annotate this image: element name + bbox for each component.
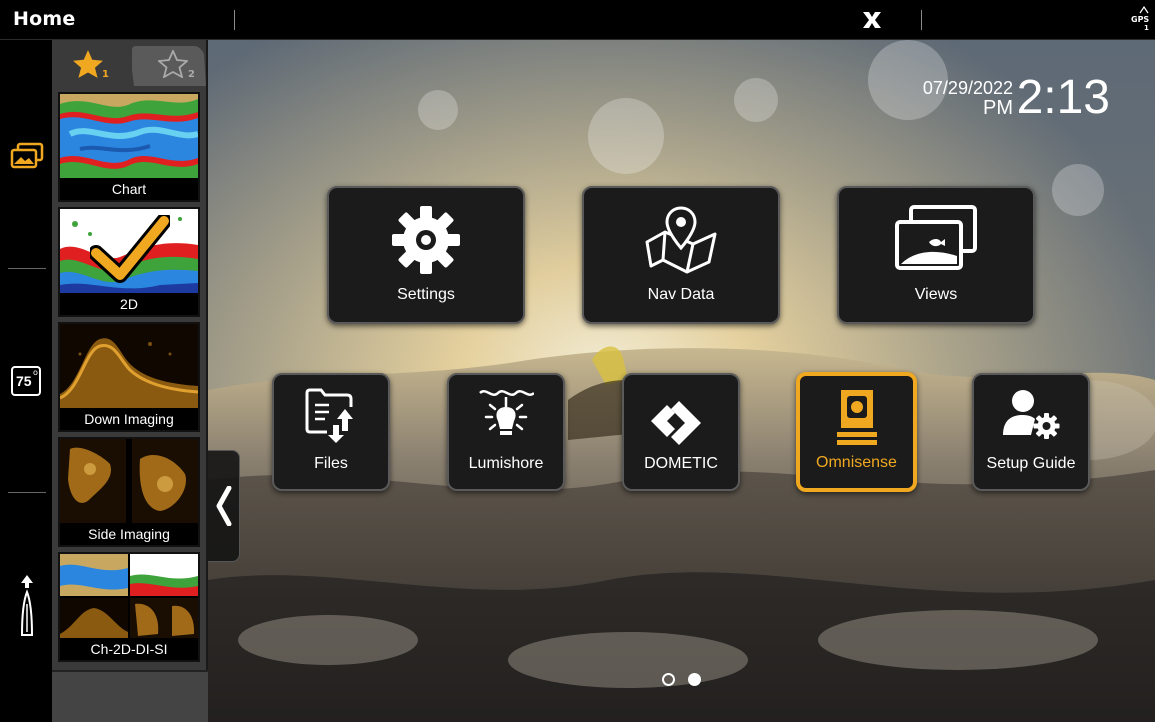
tab-index: 2: [188, 69, 195, 80]
favorites-footer: [52, 670, 208, 722]
home-main-area: 07/29/2022 PM 2:13 Settings Nav Data Vie…: [208, 40, 1155, 722]
favorite-tile-chart[interactable]: Chart: [58, 92, 200, 202]
rail-temperature-button[interactable]: 75 o: [11, 366, 41, 400]
side-imaging-thumbnail: [60, 439, 198, 525]
omnisense-button[interactable]: Omnisense: [796, 372, 917, 492]
degree-symbol: o: [33, 368, 38, 377]
settings-button[interactable]: Settings: [327, 186, 525, 324]
gps-status[interactable]: GPS 1: [1128, 6, 1152, 34]
rail-views-button[interactable]: [10, 142, 44, 174]
lumishore-button[interactable]: Lumishore: [447, 373, 565, 491]
nav-data-button[interactable]: Nav Data: [582, 186, 780, 324]
page-dot-1[interactable]: [662, 673, 675, 686]
chart-thumbnail: [60, 94, 198, 180]
favorites-tab-1[interactable]: 1: [54, 44, 134, 86]
title-divider: [234, 10, 235, 30]
temperature-value: 75: [16, 373, 32, 389]
tile-label: Down Imaging: [60, 408, 198, 430]
rail-heading-button[interactable]: [16, 574, 38, 642]
omnisense-camera-icon: [836, 390, 877, 445]
title-bar: Home GPS 1: [0, 0, 1155, 40]
gps-label: GPS: [1131, 15, 1150, 24]
time-text: 2:13: [1016, 71, 1110, 124]
gear-icon: [392, 206, 460, 274]
combo-view-thumbnail: [60, 554, 198, 640]
tile-label: Ch-2D-DI-SI: [60, 638, 198, 660]
collapse-panel-button[interactable]: [208, 450, 240, 562]
setup-guide-button[interactable]: Setup Guide: [972, 373, 1090, 491]
favorite-tile-down-imaging[interactable]: Down Imaging: [58, 322, 200, 432]
setup-guide-label: Setup Guide: [986, 455, 1076, 472]
lumishore-label: Lumishore: [468, 455, 544, 472]
favorite-tile-combo[interactable]: Ch-2D-DI-SI: [58, 552, 200, 662]
gps-signal-icon: [1139, 6, 1149, 14]
x-close-icon: [863, 12, 881, 28]
date-text: 07/29/2022: [922, 78, 1013, 98]
page-title: Home: [13, 8, 76, 30]
star-filled-icon: [73, 50, 103, 78]
check-icon: [90, 215, 170, 283]
omnisense-label: Omnisense: [816, 454, 897, 471]
tile-label: Side Imaging: [60, 523, 198, 545]
user-gear-icon: [1003, 390, 1060, 439]
left-rail: 75 o: [0, 40, 52, 722]
files-button[interactable]: Files: [272, 373, 390, 491]
views-icon: [895, 205, 977, 270]
page-dot-2[interactable]: [688, 673, 701, 686]
close-button[interactable]: [859, 9, 885, 31]
favorites-tabs: 2 1: [52, 44, 208, 86]
views-icon: [10, 142, 44, 169]
favorite-tile-2d[interactable]: 2D: [58, 207, 200, 317]
favorites-tab-2[interactable]: 2: [132, 44, 206, 86]
title-divider: [921, 10, 922, 30]
views-button[interactable]: Views: [837, 186, 1035, 324]
chevron-left-icon: [216, 486, 231, 526]
rail-divider: [8, 268, 46, 269]
boat-heading-icon: [20, 575, 34, 636]
underwater-light-icon: [479, 390, 534, 435]
ampm-text: PM: [983, 97, 1013, 119]
views-label: Views: [914, 286, 958, 303]
dometic-logo-icon: [651, 401, 701, 445]
gps-sub: 1: [1144, 24, 1149, 32]
favorite-tile-side-imaging[interactable]: Side Imaging: [58, 437, 200, 547]
files-label: Files: [314, 455, 348, 472]
map-pin-icon: [645, 206, 717, 274]
down-imaging-thumbnail: [60, 324, 198, 410]
files-icon: [305, 388, 353, 443]
tile-label: Chart: [60, 178, 198, 200]
rail-divider: [8, 492, 46, 493]
nav-data-label: Nav Data: [647, 286, 715, 303]
settings-label: Settings: [397, 286, 455, 303]
dometic-label: DOMETIC: [644, 455, 718, 472]
dometic-button[interactable]: DOMETIC: [622, 373, 740, 491]
tab-index: 1: [102, 69, 109, 80]
star-outline-icon: [158, 50, 188, 78]
favorites-panel: 2 1 Chart 2D Down Imaging Side Imaging C…: [52, 40, 208, 722]
tile-label: 2D: [60, 293, 198, 315]
